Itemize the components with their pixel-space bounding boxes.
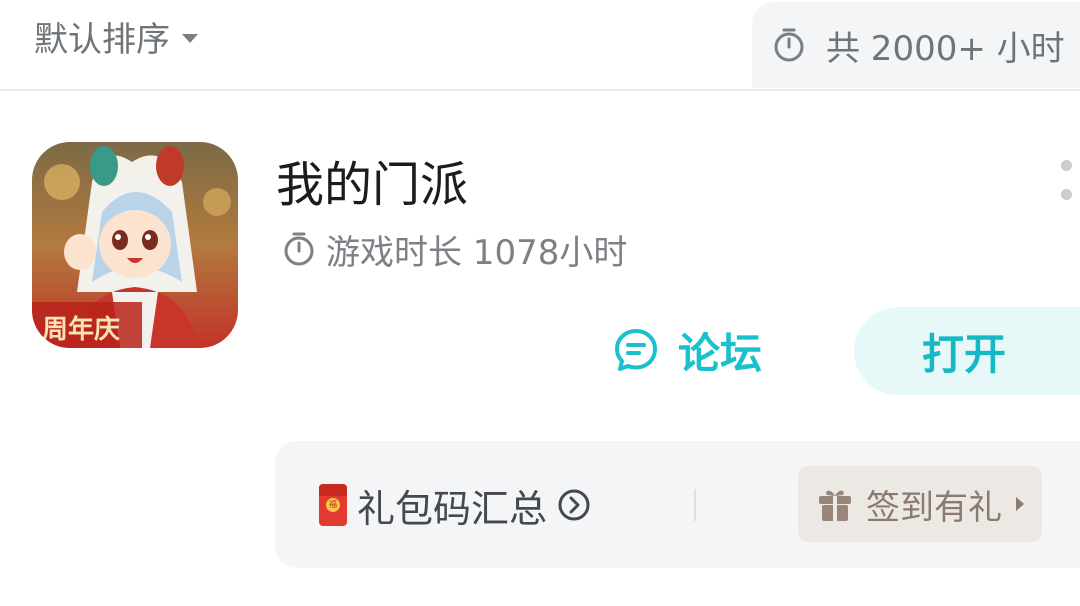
chevron-down-icon — [182, 33, 198, 43]
red-packet-icon: 福 — [319, 484, 347, 526]
red-packet-char: 福 — [326, 498, 340, 512]
gift-bar: 福 礼包码汇总 签到有礼 — [275, 441, 1080, 568]
checkin-label: 签到有礼 — [866, 487, 1002, 528]
sort-label: 默认排序 — [34, 19, 170, 60]
more-icon[interactable] — [1058, 160, 1074, 200]
triangle-right-icon — [1016, 497, 1024, 511]
forum-label: 论坛 — [678, 328, 763, 378]
total-playtime: 共 2000+ 小时 — [752, 2, 1080, 88]
checkin-button[interactable]: 签到有礼 — [798, 466, 1042, 542]
playtime-label: 游戏时长 1078小时 — [326, 232, 628, 273]
icon-badge-text: 周年庆 — [42, 314, 120, 345]
forum-button[interactable]: 论坛 — [612, 318, 762, 382]
game-title[interactable]: 我的门派 — [276, 145, 468, 215]
open-button[interactable]: 打开 — [854, 307, 1080, 395]
gift-code-link[interactable]: 福 礼包码汇总 — [319, 477, 591, 533]
game-playtime: 游戏时长 1078小时 — [282, 226, 628, 273]
game-icon[interactable]: 周年庆 — [32, 142, 238, 348]
timer-icon — [774, 28, 804, 62]
game-library-page: 默认排序 共 2000+ 小时 周年庆 我的门派 游戏时长 1078小时 论坛 … — [0, 0, 1080, 606]
top-bar: 默认排序 共 2000+ 小时 — [0, 0, 1080, 90]
header-divider — [0, 89, 1080, 91]
game-icon-art: 周年庆 — [32, 142, 238, 348]
arrow-right-circle-icon — [558, 489, 590, 521]
timer-icon — [284, 232, 314, 266]
gift-divider — [694, 489, 696, 521]
total-playtime-label: 共 2000+ 小时 — [826, 28, 1065, 69]
chat-icon — [615, 329, 657, 371]
sort-dropdown[interactable]: 默认排序 — [34, 12, 198, 60]
gift-code-label: 礼包码汇总 — [357, 486, 548, 531]
gift-icon — [819, 490, 851, 521]
